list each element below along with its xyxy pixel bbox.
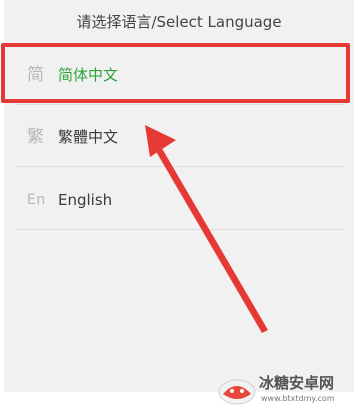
watermark-url: www.btxtdmy.com: [261, 394, 335, 403]
language-option-traditional-chinese[interactable]: 繁 繁體中文: [15, 107, 344, 167]
dialog-title: 请选择语言/Select Language: [76, 13, 282, 31]
language-option-english[interactable]: En English: [15, 170, 344, 230]
english-icon: En: [27, 192, 46, 208]
traditional-chinese-icon: 繁: [27, 127, 44, 147]
language-option-simplified-chinese[interactable]: 简 简体中文: [15, 45, 344, 105]
site-watermark: 冰糖安卓网 www.btxtdmy.com: [217, 370, 357, 410]
watermark-logo-icon: [218, 379, 256, 405]
simplified-chinese-icon: 简: [27, 65, 44, 85]
language-label: 繁體中文: [58, 128, 119, 146]
language-dialog: 请选择语言/Select Language 简 简体中文 繁 繁體中文 En E…: [4, 0, 354, 392]
language-label: English: [58, 191, 113, 209]
screen: 请选择语言/Select Language 简 简体中文 繁 繁體中文 En E…: [0, 0, 359, 410]
watermark-name: 冰糖安卓网: [259, 374, 335, 392]
language-label: 简体中文: [58, 66, 119, 84]
